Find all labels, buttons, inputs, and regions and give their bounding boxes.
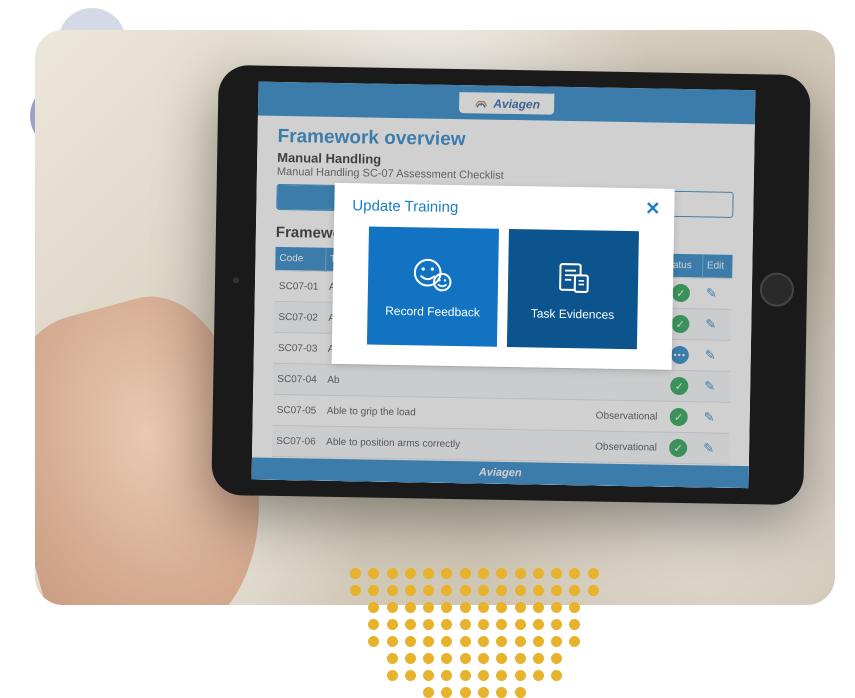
close-icon[interactable]: ✕ (645, 198, 660, 219)
cell-edit[interactable]: ✎ (699, 402, 730, 434)
update-training-modal: ✕ Update Training (332, 183, 675, 370)
cell-status: ✓ (665, 432, 700, 464)
brand-logo-chip: Aviagen (459, 92, 554, 115)
cell-code: SC07-05 (273, 394, 324, 426)
cell-edit[interactable]: ✎ (701, 340, 732, 372)
cell-code: SC07-01 (275, 270, 326, 302)
pencil-icon: ✎ (705, 347, 716, 362)
cell-code: SC07-02 (274, 301, 325, 333)
pencil-icon: ✎ (706, 285, 717, 300)
cell-task: Able to grip the load (323, 395, 593, 431)
cell-edit[interactable]: ✎ (699, 433, 730, 465)
cell-type (592, 369, 667, 401)
card-label: Record Feedback (385, 304, 480, 320)
brand-bird-icon (473, 95, 489, 111)
pencil-icon: ✎ (703, 440, 714, 455)
smiley-icon (411, 254, 456, 295)
more-icon: ••• (671, 346, 689, 364)
cell-edit[interactable]: ✎ (700, 371, 731, 403)
cell-status: ✓ (666, 370, 701, 402)
photo-background: Aviagen Framework overview Manual Handli… (35, 30, 835, 605)
tablet-device: Aviagen Framework overview Manual Handli… (211, 65, 810, 505)
modal-card-row: Record Feedback Task Evidences (350, 226, 656, 349)
bottom-brand-name: Aviagen (479, 466, 522, 479)
check-icon: ✓ (672, 284, 690, 302)
record-feedback-button[interactable]: Record Feedback (367, 227, 499, 347)
col-code: Code (275, 247, 325, 271)
tablet-camera (233, 277, 239, 283)
cell-code: SC07-06 (272, 425, 323, 457)
cell-task: Able to position arms correctly (322, 426, 592, 462)
cell-status: ✓ (665, 401, 700, 433)
check-icon: ✓ (669, 439, 687, 457)
tablet-home-button[interactable] (760, 272, 795, 307)
decorative-dot-grid (350, 568, 600, 698)
modal-title: Update Training (352, 197, 656, 219)
check-icon: ✓ (671, 315, 689, 333)
brand-name: Aviagen (493, 96, 540, 111)
task-evidences-button[interactable]: Task Evidences (507, 229, 639, 349)
card-label: Task Evidences (531, 306, 615, 321)
check-icon: ✓ (670, 377, 688, 395)
pencil-icon: ✎ (705, 316, 716, 331)
pencil-icon: ✎ (704, 409, 715, 424)
cell-edit[interactable]: ✎ (701, 309, 732, 341)
pencil-icon: ✎ (704, 378, 715, 393)
cell-type: Observational (591, 431, 666, 463)
col-edit: Edit (702, 254, 732, 278)
cell-edit[interactable]: ✎ (702, 278, 733, 310)
cell-code: SC07-03 (274, 332, 325, 364)
cell-code: SC07-04 (273, 363, 324, 395)
document-icon (551, 257, 596, 298)
cell-task: Ab (323, 364, 593, 400)
cell-type: Observational (591, 400, 666, 432)
tablet-screen: Aviagen Framework overview Manual Handli… (252, 82, 756, 489)
check-icon: ✓ (670, 408, 688, 426)
